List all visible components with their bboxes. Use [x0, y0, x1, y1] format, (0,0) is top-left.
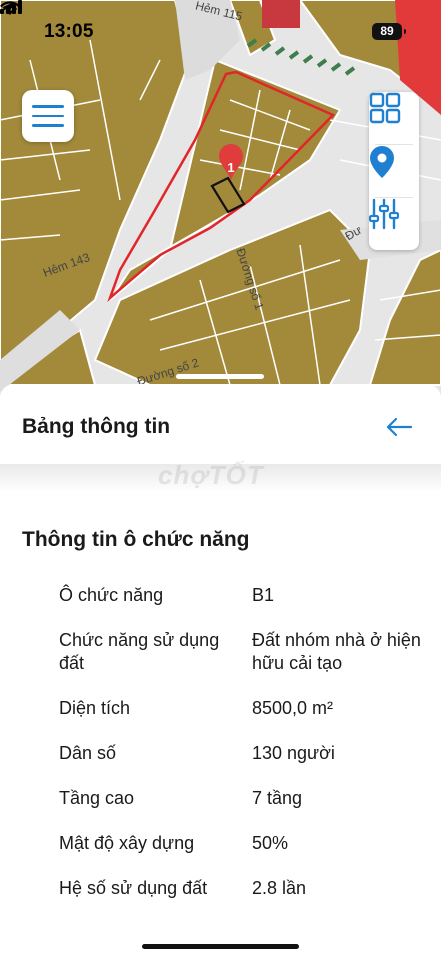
status-time: 13:05: [44, 21, 94, 42]
parcel-marker-label: 1: [227, 160, 235, 175]
panel-title: Bảng thông tin: [22, 415, 171, 438]
back-button[interactable]: [382, 412, 416, 442]
info-label: Dân số: [59, 743, 117, 763]
filter-button[interactable]: [369, 198, 419, 250]
status-bar: 13:05 89: [0, 0, 441, 62]
info-panel: Bảng thông tin chợTỐT Thông tin ô chức n…: [0, 384, 441, 960]
layers-button[interactable]: [369, 92, 419, 144]
info-value: 50%: [252, 833, 289, 853]
info-value: B1: [252, 585, 275, 605]
home-indicator[interactable]: [142, 944, 299, 949]
info-value: 7 tầng: [252, 788, 303, 808]
map-view[interactable]: Hẻm 115 Hẻm 143 Đường số 1 Đường số 2 Đư…: [0, 0, 441, 400]
info-label: Hệ số sử dụng đất: [59, 878, 208, 898]
section-title: Thông tin ô chức năng: [22, 528, 250, 551]
info-label: Diện tích: [59, 698, 131, 718]
info-value: 130 người: [252, 743, 335, 763]
map-tools: [369, 92, 419, 250]
sheet-grab-handle[interactable]: [176, 374, 264, 379]
info-label: Ô chức năng: [59, 585, 164, 605]
location-button[interactable]: [369, 145, 419, 197]
arrow-left-icon: [386, 417, 413, 437]
menu-icon: [32, 105, 64, 108]
menu-button[interactable]: [22, 90, 74, 142]
battery-icon: 89: [372, 23, 406, 40]
layers-grid-icon: [369, 92, 401, 124]
info-label: Chức năng sử dụng đất: [59, 630, 220, 673]
info-value: 2.8 lần: [252, 878, 307, 898]
info-label: Tầng cao: [59, 788, 135, 808]
wifi-icon: [0, 1, 20, 15]
info-label: Mật độ xây dựng: [59, 833, 195, 853]
location-pin-icon: [370, 146, 394, 178]
filter-sliders-icon: [369, 198, 399, 230]
panel-header: Bảng thông tin: [0, 384, 441, 466]
watermark-logo: chợTỐT: [158, 460, 264, 490]
info-value: Đất nhóm nhà ở hiện hữu cải tạo: [252, 630, 421, 673]
info-value: 8500,0 m²: [252, 698, 334, 718]
